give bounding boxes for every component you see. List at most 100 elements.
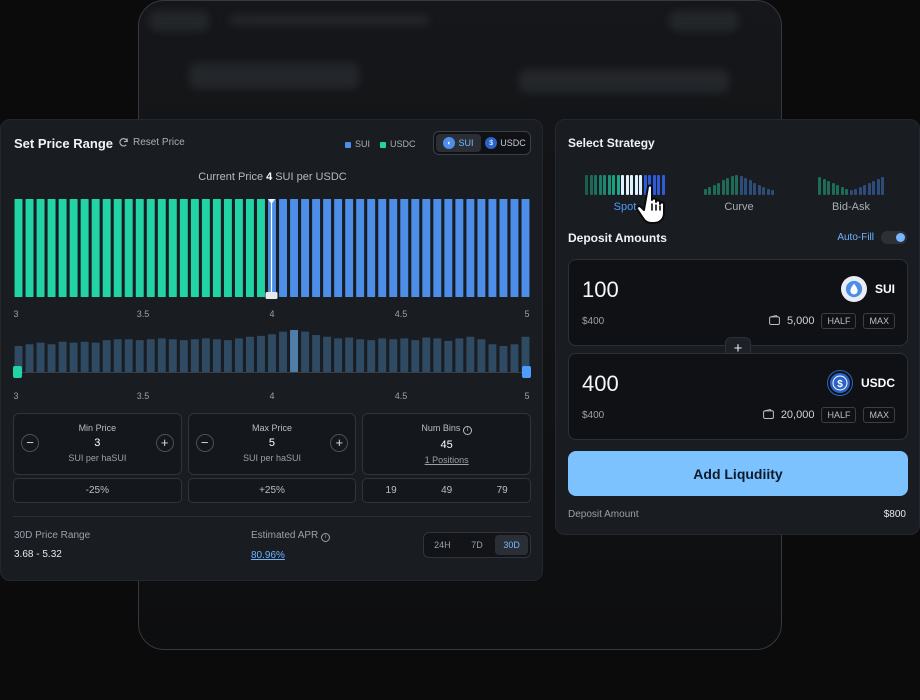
range-inputs: − + Min Price 3 SUI per haSUI − + Max Pr… (13, 413, 531, 475)
history-bar (455, 338, 464, 372)
reset-price-label: Reset Price (133, 137, 185, 148)
deposit-card-usdc[interactable]: 400 $400 $ USDC 20,000 HALF MAX (568, 353, 908, 440)
toggle-usdc[interactable]: $ USDC (483, 134, 528, 152)
bar-usdc (168, 199, 177, 297)
period-24h[interactable]: 24H (426, 535, 459, 555)
bar-usdc (223, 199, 232, 297)
amount-input[interactable]: 400 (582, 371, 619, 397)
bar-usdc (113, 199, 122, 297)
max-button[interactable]: MAX (863, 407, 895, 423)
bid-ask-shape-icon (801, 173, 901, 195)
info-icon: i (462, 426, 472, 435)
history-bar (422, 337, 431, 372)
add-liquidity-button[interactable]: Add Liqudiity (568, 451, 908, 496)
amount-input[interactable]: 100 (582, 277, 619, 303)
bin-preset-option[interactable]: 79 (497, 485, 508, 496)
toggle-switch[interactable] (881, 231, 907, 244)
legend-sui: SUI (345, 139, 370, 149)
token-selector[interactable]: SUI (840, 276, 895, 302)
period-7d[interactable]: 7D (461, 535, 494, 555)
bar-sui (499, 199, 508, 297)
apr-value[interactable]: 80.96% (251, 550, 330, 561)
max-price-pct: +25% (187, 478, 357, 503)
liquidity-distribution-chart[interactable] (13, 199, 531, 299)
history-bar (257, 335, 265, 372)
price-range-30d: 30D Price Range 3.68 - 5.32 (14, 530, 91, 560)
history-bar (411, 340, 420, 372)
history-bar (58, 341, 67, 372)
half-button[interactable]: HALF (821, 313, 857, 329)
history-bar (444, 340, 453, 372)
bar-usdc (135, 199, 144, 297)
bar-sui (378, 199, 387, 297)
bar-sui (356, 199, 365, 297)
bar-sui (477, 199, 486, 297)
history-bar (168, 339, 177, 372)
history-bar (157, 338, 166, 372)
token-selector[interactable]: $ USDC (826, 370, 895, 396)
history-bar (400, 338, 409, 372)
auto-fill-toggle[interactable]: Auto-Fill (837, 231, 907, 244)
price-history-chart[interactable] (13, 330, 531, 380)
bin-preset-option[interactable]: 19 (386, 485, 397, 496)
strategy-panel: Select Strategy Spot Curve Bid-Ask Depos… (555, 119, 920, 535)
history-bar (190, 339, 199, 372)
history-bar (499, 345, 508, 372)
range-presets: -25% +25% 19 49 79 (13, 478, 531, 503)
max-button[interactable]: MAX (863, 313, 895, 329)
half-button[interactable]: HALF (821, 407, 857, 423)
min-price-field[interactable]: − + Min Price 3 SUI per haSUI (13, 413, 182, 475)
token-toggle: ◐ SUI $ USDC (433, 131, 531, 155)
max-price-decrement[interactable]: − (195, 434, 214, 452)
min-price-pct: -25% (13, 478, 182, 503)
min-range-handle[interactable] (13, 366, 22, 378)
history-bar (135, 340, 144, 372)
bar-usdc (257, 199, 265, 297)
history-bar (69, 342, 78, 372)
strategy-title: Select Strategy (568, 136, 655, 150)
bar-usdc (69, 199, 78, 297)
history-bar (356, 339, 365, 372)
history-bar (466, 336, 475, 372)
bin-preset-option[interactable]: 49 (441, 485, 452, 496)
bar-usdc (201, 199, 210, 297)
current-price-handle[interactable] (265, 292, 278, 299)
bar-sui (367, 199, 376, 297)
bar-usdc (245, 199, 254, 297)
bar-sui (312, 199, 321, 297)
history-bar (510, 344, 519, 372)
bar-usdc (36, 199, 45, 297)
strategy-curve[interactable]: Curve (689, 173, 789, 213)
bar-usdc (124, 199, 133, 297)
max-range-handle[interactable] (522, 366, 531, 378)
history-bar (146, 339, 155, 372)
history-bar (245, 336, 254, 372)
max-price-increment[interactable]: + (330, 434, 349, 452)
min-price-increment[interactable]: + (155, 434, 174, 452)
strategy-bid-ask[interactable]: Bid-Ask (801, 173, 901, 213)
bar-sui (510, 199, 519, 297)
bar-sui (521, 199, 530, 297)
period-30d[interactable]: 30D (495, 535, 529, 555)
deposit-amounts-title: Deposit Amounts (568, 231, 667, 245)
max-price-field[interactable]: − + Max Price 5 SUI per haSUI (187, 413, 357, 475)
bar-usdc (190, 199, 199, 297)
bar-sui (444, 199, 453, 297)
bar-usdc (212, 199, 221, 297)
history-bar (367, 340, 376, 372)
reset-price-button[interactable]: Reset Price (118, 137, 185, 148)
bar-sui (466, 199, 475, 297)
history-bar (223, 340, 232, 372)
bar-sui (345, 199, 354, 297)
bar-usdc (25, 199, 34, 297)
num-bins-field[interactable]: Num Bins i 45 1 Positions (362, 413, 531, 475)
num-bins-value: 45 (440, 439, 453, 451)
min-price-decrement[interactable]: − (21, 434, 39, 452)
toggle-sui[interactable]: ◐ SUI (436, 134, 481, 152)
history-bar (91, 342, 100, 372)
deposit-card-sui[interactable]: 100 $400 SUI 5,000 HALF MAX (568, 259, 908, 346)
sui-icon: ◐ (443, 137, 456, 149)
history-bar (102, 340, 111, 372)
history-bar (290, 330, 299, 372)
bar-usdc (102, 199, 111, 297)
